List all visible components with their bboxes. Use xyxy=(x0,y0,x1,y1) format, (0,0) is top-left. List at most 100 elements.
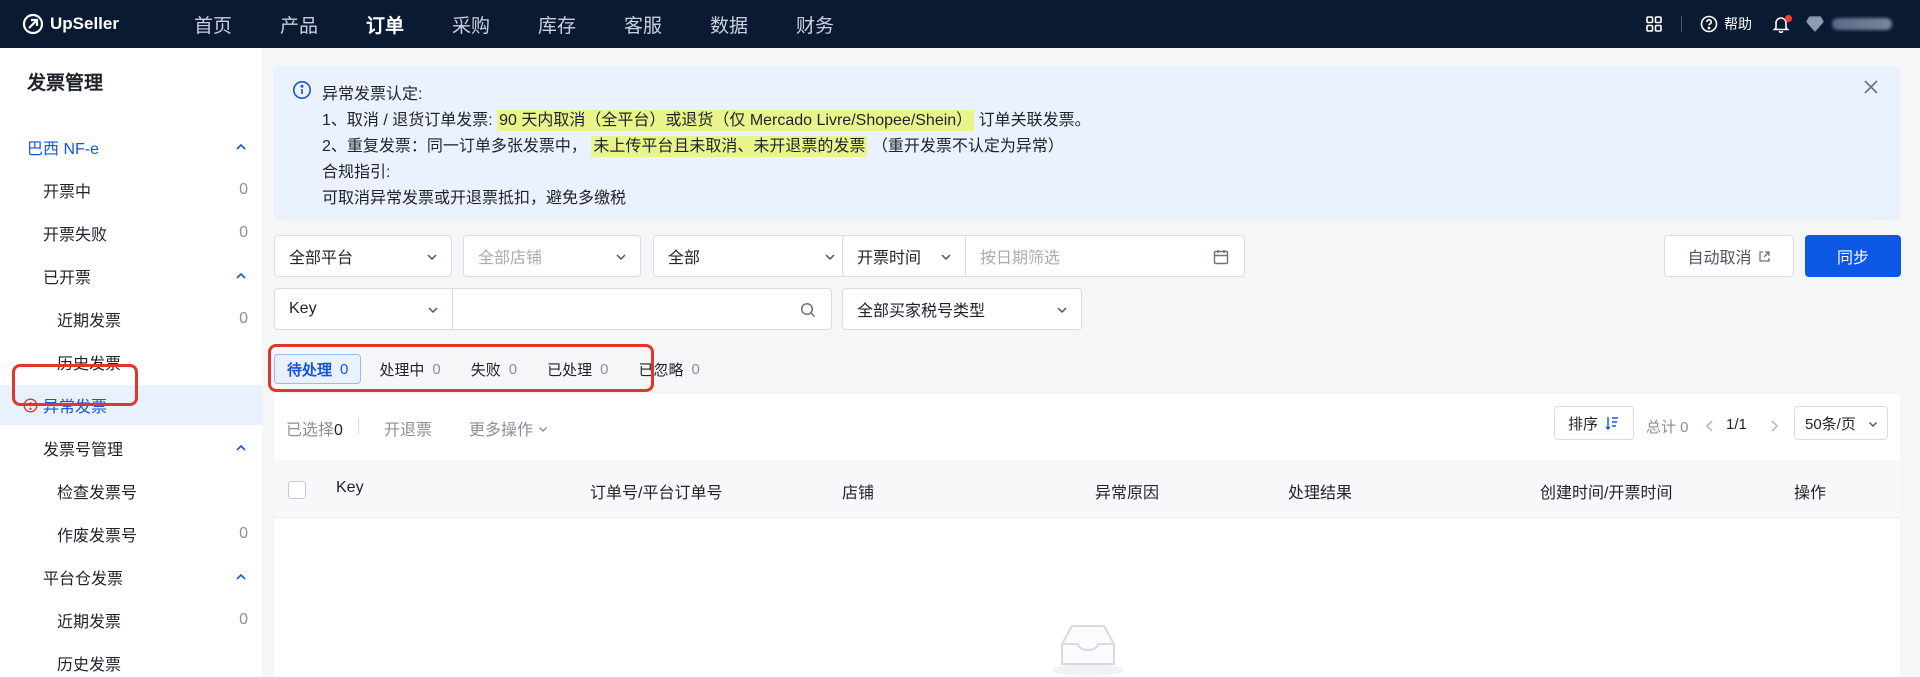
date-placeholder: 按日期筛选 xyxy=(980,250,1061,267)
alert-guide-text: 可取消异常发票或开退票抵扣，避免多缴税 xyxy=(322,190,627,207)
chevron-up-icon xyxy=(236,272,246,279)
col-abnormal-reason[interactable]: 异常原因 xyxy=(1095,479,1159,503)
date-filter-input[interactable]: 按日期筛选 xyxy=(965,235,1245,277)
sort-button[interactable]: 排序 xyxy=(1554,406,1634,440)
col-created-time[interactable]: 创建时间/开票时间 xyxy=(1540,479,1672,503)
sidebar-item-check-invoice-number[interactable]: 检查发票号 xyxy=(0,471,262,511)
alert-guide-title: 合规指引: xyxy=(322,164,391,181)
table-header: Key 订单号/平台订单号 店铺 异常原因 处理结果 创建时间/开票时间 操作 xyxy=(274,460,1900,518)
upseller-logo-icon xyxy=(22,13,44,35)
sidebar-item-invoicing[interactable]: 开票中 0 xyxy=(0,170,262,210)
help-link[interactable]: 帮助 xyxy=(1700,14,1752,34)
nav-home[interactable]: 首页 xyxy=(192,11,278,38)
sidebar-item-history-invoices-2[interactable]: 历史发票 xyxy=(0,643,262,677)
search-input[interactable] xyxy=(452,288,832,330)
sidebar-item-label: 开票中 xyxy=(43,184,92,201)
search-key-select[interactable]: Key xyxy=(274,288,453,330)
more-actions-dropdown[interactable]: 更多操作 xyxy=(469,416,549,440)
nav-orders[interactable]: 订单 xyxy=(364,11,450,38)
notification-dot xyxy=(1785,15,1792,22)
select-value: 全部 xyxy=(668,250,701,267)
alert-highlight: 未上传平台且未取消、未开退票的发票 xyxy=(591,136,868,157)
time-type-select[interactable]: 开票时间 xyxy=(842,235,966,277)
info-alert: 异常发票认定: 1、取消 / 退货订单发票: 90 天内取消（全平台）或退货（仅… xyxy=(274,66,1900,220)
chevron-down-icon xyxy=(616,254,626,261)
top-navbar: UpSeller 首页 产品 订单 采购 库存 客服 数据 财务 帮助 xyxy=(0,0,1920,48)
chevron-down-icon xyxy=(427,254,437,261)
chevron-right-icon[interactable] xyxy=(1768,419,1780,433)
avatar xyxy=(1806,16,1824,32)
close-icon[interactable] xyxy=(1862,78,1880,96)
user-menu[interactable] xyxy=(1806,16,1892,32)
chevron-left-icon[interactable] xyxy=(1704,419,1716,433)
sidebar-item-label: 近期发票 xyxy=(57,614,122,631)
search-icon[interactable] xyxy=(799,301,817,319)
sidebar-item-count: 0 xyxy=(239,224,248,241)
calendar-icon xyxy=(1213,250,1229,265)
apps-grid-icon[interactable] xyxy=(1645,15,1663,33)
sidebar-item-invoice-failed[interactable]: 开票失败 0 xyxy=(0,213,262,253)
selected-number: 0 xyxy=(334,422,343,439)
sidebar-title: 发票管理 xyxy=(27,73,104,94)
sidebar-item-label: 平台仓发票 xyxy=(43,571,124,588)
col-result[interactable]: 处理结果 xyxy=(1288,479,1352,503)
nav-products[interactable]: 产品 xyxy=(278,11,364,38)
status-select[interactable]: 全部 xyxy=(653,235,850,277)
divider xyxy=(358,418,359,434)
page-size-value: 50条/页 xyxy=(1805,415,1856,433)
chevron-down-icon xyxy=(1869,422,1877,427)
brand-name: UpSeller xyxy=(50,14,119,33)
chevron-down-icon xyxy=(539,427,548,432)
auto-cancel-button[interactable]: 自动取消 xyxy=(1664,235,1794,277)
sidebar-group-brazil-nfe[interactable]: 巴西 NF-e xyxy=(0,127,262,167)
nav-data[interactable]: 数据 xyxy=(708,11,794,38)
nav-inventory[interactable]: 库存 xyxy=(536,11,622,38)
store-select[interactable]: 全部店铺 xyxy=(463,235,641,277)
alert-line-2: 2、重复发票：同一订单多张发票中， 未上传平台且未取消、未开退票的发票 （重开发… xyxy=(322,132,1064,157)
page-size-select[interactable]: 50条/页 xyxy=(1794,406,1888,440)
main-content: 异常发票认定: 1、取消 / 退货订单发票: 90 天内取消（全平台）或退货（仅… xyxy=(268,48,1920,677)
sidebar-group-invoiced[interactable]: 已开票 xyxy=(0,256,262,296)
sidebar-item-void-invoice-number[interactable]: 作废发票号 0 xyxy=(0,514,262,554)
alert-line-1: 1、取消 / 退货订单发票: 90 天内取消（全平台）或退货（仅 Mercado… xyxy=(322,106,1091,131)
col-key[interactable]: Key xyxy=(336,479,364,497)
select-value: 全部平台 xyxy=(289,250,354,267)
alert-title: 异常发票认定: xyxy=(322,86,423,103)
platform-select[interactable]: 全部平台 xyxy=(274,235,452,277)
main-nav: 首页 产品 订单 采购 库存 客服 数据 财务 xyxy=(192,11,880,38)
select-all-checkbox[interactable] xyxy=(288,481,306,499)
col-order-number[interactable]: 订单号/平台订单号 xyxy=(590,479,722,503)
chevron-down-icon xyxy=(428,307,438,314)
sidebar-item-label: 近期发票 xyxy=(57,313,122,330)
sidebar-item-recent-invoices[interactable]: 近期发票 0 xyxy=(0,299,262,339)
refund-invoice-button[interactable]: 开退票 xyxy=(384,416,432,440)
sidebar-item-recent-invoices-2[interactable]: 近期发票 0 xyxy=(0,600,262,640)
sync-button[interactable]: 同步 xyxy=(1805,235,1901,277)
help-label: 帮助 xyxy=(1724,16,1752,32)
sort-icon xyxy=(1605,417,1618,430)
col-store[interactable]: 店铺 xyxy=(842,479,874,503)
sort-label: 排序 xyxy=(1567,415,1598,433)
sidebar-group-platform-warehouse[interactable]: 平台仓发票 xyxy=(0,557,262,597)
sidebar-item-label: 巴西 NF-e xyxy=(27,141,100,158)
nav-service[interactable]: 客服 xyxy=(622,11,708,38)
chevron-down-icon xyxy=(825,254,835,261)
sidebar-item-label: 发票号管理 xyxy=(43,442,124,459)
buyer-tax-type-select[interactable]: 全部买家税号类型 xyxy=(842,288,1082,330)
divider xyxy=(1681,16,1682,32)
sidebar-item-count: 0 xyxy=(239,181,248,198)
nav-purchase[interactable]: 采购 xyxy=(450,11,536,38)
info-icon xyxy=(293,81,311,99)
more-actions-label: 更多操作 xyxy=(469,422,534,439)
sidebar-item-label: 检查发票号 xyxy=(57,485,138,502)
selected-count: 已选择0 xyxy=(286,416,343,440)
sidebar-group-invoice-number[interactable]: 发票号管理 xyxy=(0,428,262,468)
chevron-up-icon xyxy=(236,143,246,150)
bell-icon[interactable] xyxy=(1772,15,1792,33)
invoice-table-panel: 已选择0 开退票 更多操作 排序 总计 0 1/1 50条/页 Key 订单号/… xyxy=(274,394,1900,677)
brand-logo[interactable]: UpSeller xyxy=(22,13,172,35)
alert-text: （重开发票不认定为异常） xyxy=(871,138,1064,155)
selected-label: 已选择 xyxy=(286,422,335,439)
select-value: Key xyxy=(289,300,317,317)
nav-finance[interactable]: 财务 xyxy=(794,11,880,38)
